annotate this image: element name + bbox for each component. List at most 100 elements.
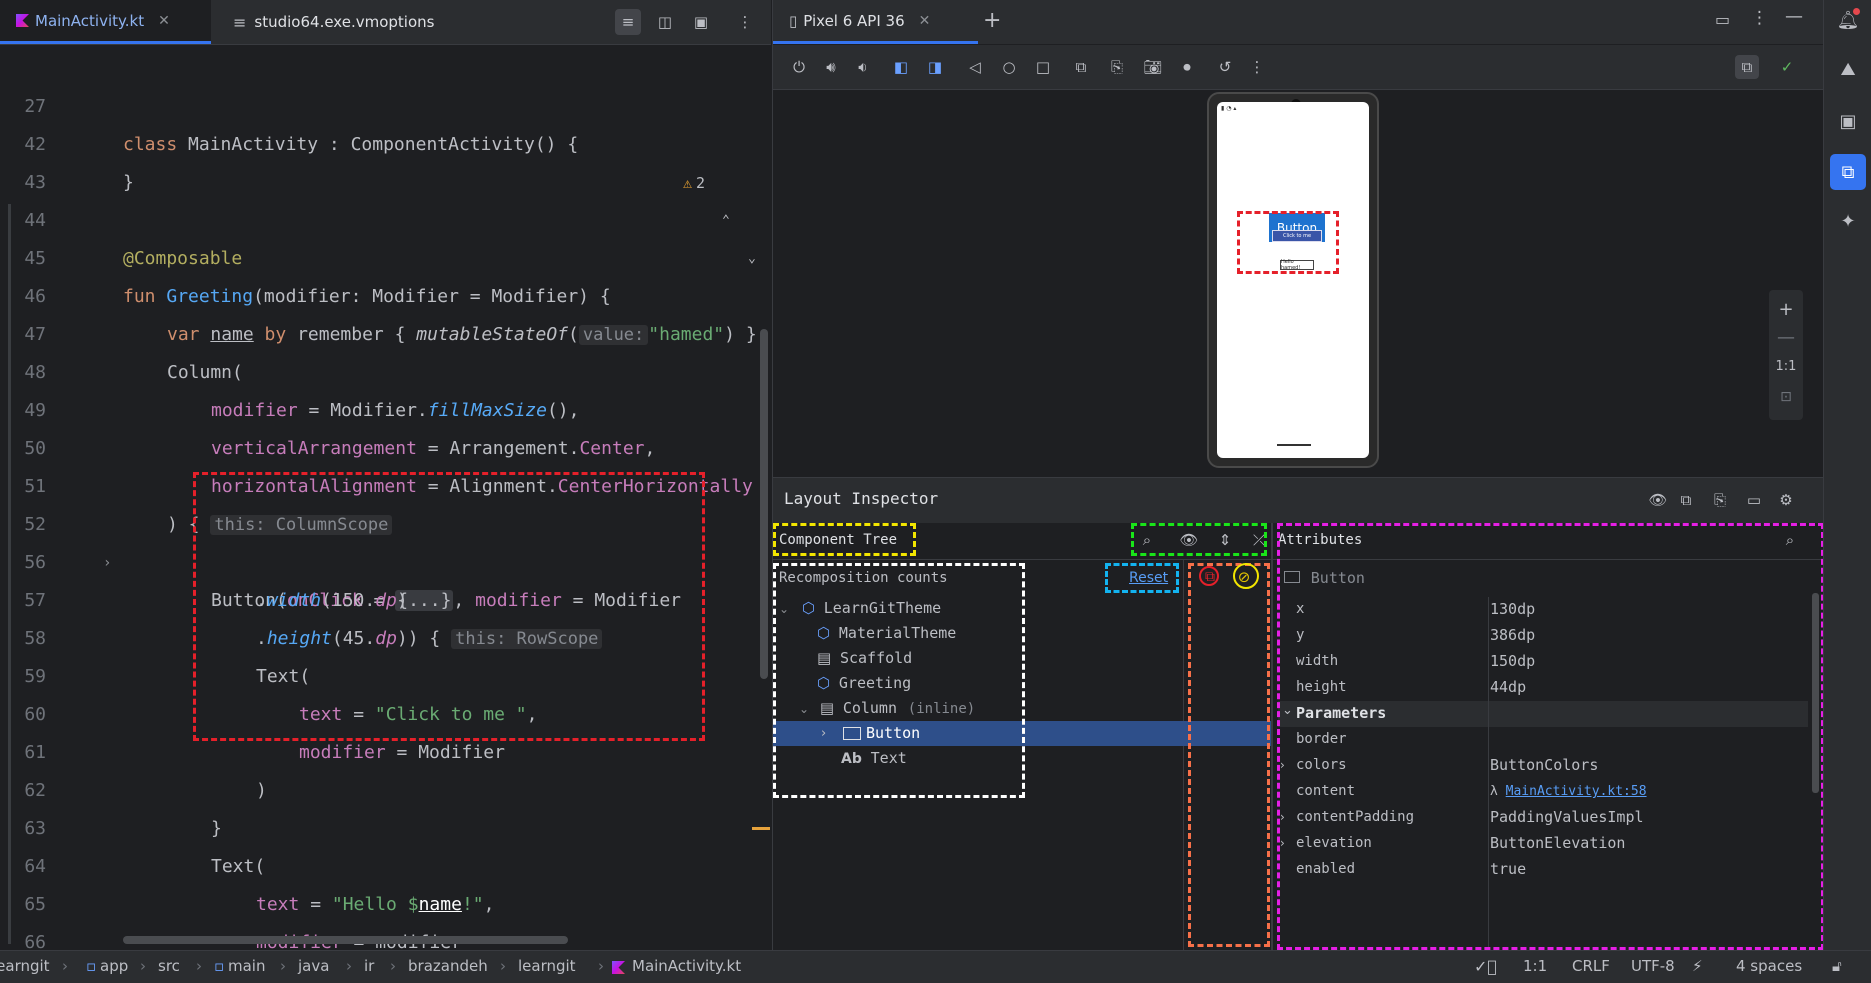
code-line: 48 modifier = Modifier.fillMaxSize(), bbox=[0, 316, 771, 421]
code-line: 46 var name by remember { mutableStateOf… bbox=[0, 240, 771, 345]
select-process-icon[interactable]: ▭ bbox=[1742, 488, 1766, 512]
breadcrumb-item[interactable]: brazandeh bbox=[408, 957, 488, 975]
snapshot-icon[interactable]: ⧉ bbox=[1674, 488, 1698, 512]
device-tab-bar: ▯ Pixel 6 API 36 ✕ + ▭ ⋮ — bbox=[773, 0, 1824, 44]
tab-mainactivity[interactable]: MainActivity.kt ✕ bbox=[0, 0, 211, 44]
code-line: 44 @Composable bbox=[0, 164, 771, 269]
code-line: 50 horizontalAlignment = Alignment.Cente… bbox=[0, 392, 771, 497]
status-bar-icons: ▮ ◔ ▴ bbox=[1221, 105, 1237, 112]
tab-label: studio64.exe.vmoptions bbox=[254, 13, 435, 31]
code-editor-pane: MainActivity.kt ✕ ≡ studio64.exe.vmoptio… bbox=[0, 0, 771, 950]
overview-icon[interactable]: □ bbox=[1031, 55, 1055, 79]
volume-down-icon[interactable]: 🔉︎ bbox=[851, 55, 875, 79]
editor-tab-bar: MainActivity.kt ✕ ≡ studio64.exe.vmoptio… bbox=[0, 0, 771, 45]
breadcrumb-item[interactable]: MainActivity.kt bbox=[632, 957, 741, 975]
tool-window-strip: 🔔︎ ⛰ ▣ ⧉ ✦ bbox=[1823, 0, 1871, 950]
zoom-fit-icon[interactable]: ⊡ bbox=[1771, 382, 1801, 412]
code-area[interactable]: 27 class MainActivity : ComponentActivit… bbox=[0, 44, 771, 950]
breadcrumb-item[interactable]: main bbox=[228, 957, 265, 975]
module-icon: ▫ bbox=[86, 957, 97, 975]
eye-icon[interactable]: 👁︎ bbox=[1646, 488, 1670, 512]
code-line: 47 Column( bbox=[0, 278, 771, 383]
status-bar: learngit › ▫ app › src › ▫ main › java ›… bbox=[0, 950, 1871, 983]
lock-icon[interactable]: 🔓︎ bbox=[1832, 957, 1842, 975]
divider bbox=[773, 559, 1293, 560]
reset-icon[interactable]: ↺ bbox=[1213, 55, 1237, 79]
rotate-left-icon[interactable]: ◧ bbox=[889, 55, 913, 79]
breadcrumb-item[interactable]: ir bbox=[364, 957, 374, 975]
export-icon[interactable]: ⎘ bbox=[1708, 488, 1732, 512]
more-options-icon[interactable]: ⋮ bbox=[1751, 8, 1768, 28]
app-install-icon[interactable]: ⎘ bbox=[1105, 55, 1129, 79]
running-devices-icon[interactable]: ⛰ bbox=[1833, 54, 1863, 84]
device-manager-icon[interactable]: ▣ bbox=[1833, 106, 1863, 136]
annotation-box-recomposition-column bbox=[1188, 563, 1270, 947]
tab-pixel6[interactable]: ▯ Pixel 6 API 36 ✕ bbox=[773, 0, 978, 44]
running-devices-pane: ▯ Pixel 6 API 36 ✕ + ▭ ⋮ — ⏻ 🔊︎ 🔉︎ ◧ ◨ ◁… bbox=[772, 0, 1824, 950]
close-icon[interactable]: ✕ bbox=[158, 13, 170, 29]
code-view-icon[interactable]: ≡ bbox=[615, 9, 641, 35]
gemini-icon[interactable]: ✦ bbox=[1833, 206, 1863, 236]
layout-inspector-icon[interactable]: ⧉ bbox=[1830, 154, 1866, 190]
breadcrumb-separator: › bbox=[598, 957, 604, 975]
kotlin-file-icon bbox=[612, 961, 625, 974]
breadcrumb-item[interactable]: app bbox=[100, 957, 128, 975]
inspection-status-icon[interactable]: ✓⃝ bbox=[1474, 957, 1497, 976]
annotation-box-phone-button bbox=[1237, 211, 1339, 274]
change-marker bbox=[752, 827, 770, 830]
caret-position[interactable]: 1:1 bbox=[1523, 957, 1547, 975]
code-line: 66 ) bbox=[0, 886, 771, 950]
annotation-box-tree-rows bbox=[773, 563, 1025, 798]
kotlin-file-icon bbox=[16, 14, 29, 27]
zoom-actual-size[interactable]: 1:1 bbox=[1771, 351, 1801, 381]
check-icon[interactable]: ✓ bbox=[1775, 55, 1799, 79]
window-layout-icon[interactable]: ▭ bbox=[1715, 10, 1730, 29]
more-options-icon[interactable]: ⋮ bbox=[732, 9, 758, 35]
annotation-box-button-code bbox=[193, 472, 705, 741]
add-device-icon[interactable]: + bbox=[983, 8, 1001, 33]
indent-setting[interactable]: 4 spaces bbox=[1736, 957, 1802, 975]
display-mode-icon[interactable]: ⧉ bbox=[1069, 55, 1093, 79]
code-line: 64 text = "Hello $name!", bbox=[0, 810, 771, 915]
panel-splitter[interactable] bbox=[1271, 523, 1273, 950]
vertical-scrollbar[interactable] bbox=[760, 329, 768, 679]
code-line: 51 ) { this: ColumnScope bbox=[0, 430, 771, 535]
record-icon[interactable]: ⏺ bbox=[1175, 55, 1199, 79]
breadcrumb-item[interactable]: src bbox=[158, 957, 180, 975]
zoom-in-icon[interactable]: + bbox=[1771, 294, 1801, 324]
breadcrumb-item[interactable]: java bbox=[298, 957, 329, 975]
home-icon[interactable]: ○ bbox=[997, 55, 1021, 79]
rotate-right-icon[interactable]: ◨ bbox=[923, 55, 947, 79]
code-line: 43 bbox=[0, 126, 771, 193]
phone-screen[interactable]: ▮ ◔ ▴ Button Click to me Hello hamed! bbox=[1217, 102, 1369, 458]
line-ending[interactable]: CRLF bbox=[1572, 957, 1610, 975]
annotation-circle-yellow bbox=[1233, 563, 1259, 589]
close-icon[interactable]: ✕ bbox=[919, 13, 931, 29]
power-save-icon[interactable]: ⚡︎ bbox=[1692, 957, 1703, 975]
code-line: 49 verticalArrangement = Arrangement.Cen… bbox=[0, 354, 771, 459]
file-encoding[interactable]: UTF-8 bbox=[1631, 957, 1675, 975]
phone-icon: ▯ bbox=[789, 11, 798, 30]
zoom-out-icon[interactable]: — bbox=[1771, 322, 1801, 352]
volume-up-icon[interactable]: 🔊︎ bbox=[819, 55, 843, 79]
design-view-icon[interactable]: ▣ bbox=[688, 9, 714, 35]
horizontal-scrollbar[interactable] bbox=[123, 936, 568, 944]
split-view-icon[interactable]: ◫ bbox=[652, 9, 678, 35]
power-icon[interactable]: ⏻ bbox=[787, 55, 811, 79]
notification-dot bbox=[1853, 8, 1860, 15]
minimize-icon[interactable]: — bbox=[1785, 6, 1803, 27]
device-mirroring-icon[interactable]: ⧉ bbox=[1735, 55, 1759, 79]
annotation-box-tree-tools bbox=[1131, 523, 1267, 556]
tab-vmoptions[interactable]: ≡ studio64.exe.vmoptions bbox=[211, 0, 471, 44]
settings-gear-icon[interactable]: ⚙ bbox=[1774, 488, 1798, 512]
more-options-icon[interactable]: ⋮ bbox=[1245, 55, 1269, 79]
camera-icon[interactable]: 📷︎ bbox=[1141, 55, 1165, 79]
breadcrumb-separator: › bbox=[62, 957, 68, 975]
column-divider bbox=[1183, 559, 1184, 950]
code-line: 42 } bbox=[0, 88, 771, 193]
back-icon[interactable]: ◁ bbox=[963, 55, 987, 79]
notifications-bell-icon[interactable]: 🔔︎ bbox=[1833, 5, 1863, 35]
breadcrumb-item[interactable]: learngit bbox=[518, 957, 576, 975]
breadcrumb-item[interactable]: learngit bbox=[0, 957, 50, 975]
tab-label: MainActivity.kt bbox=[35, 11, 145, 30]
